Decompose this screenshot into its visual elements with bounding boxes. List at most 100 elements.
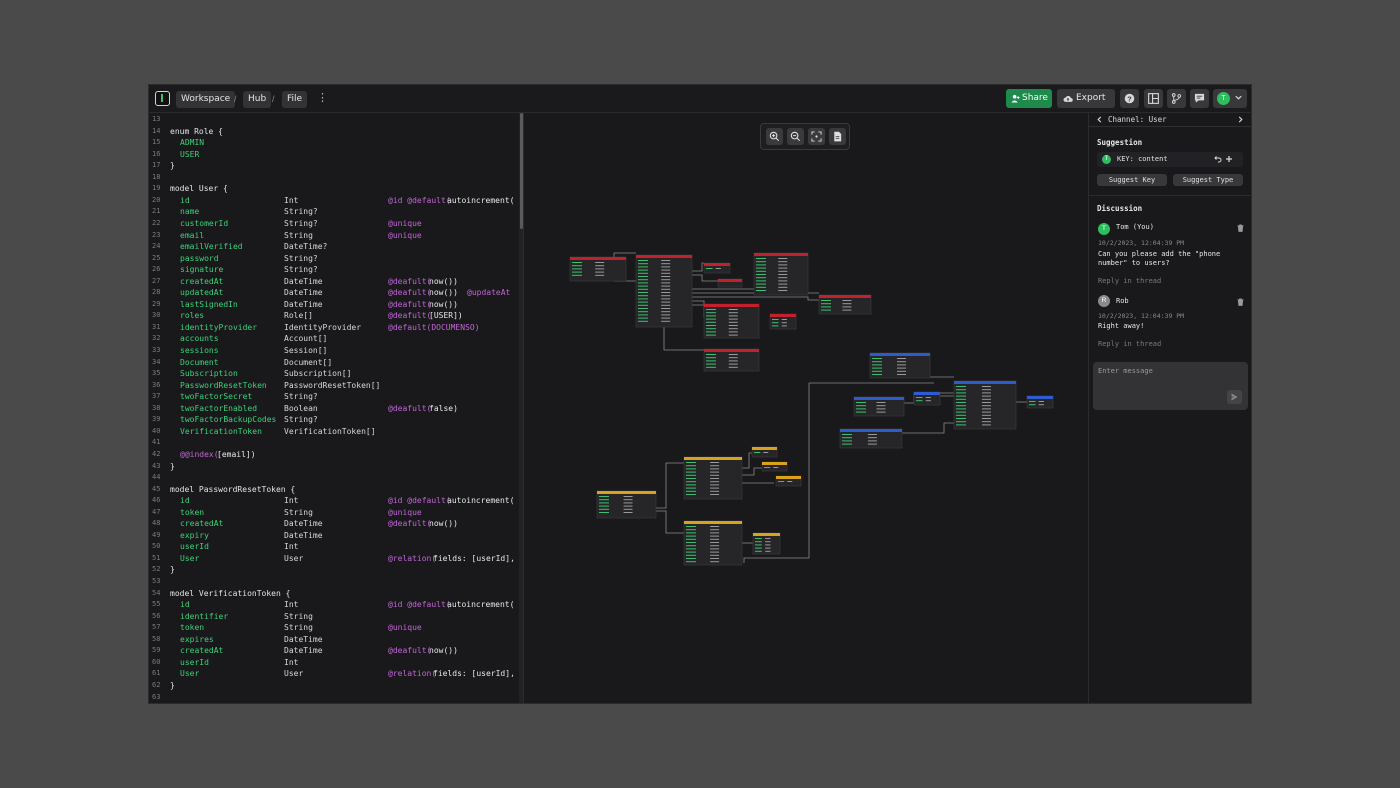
user-menu-button[interactable]: T — [1213, 89, 1247, 108]
code-line[interactable]: 23 email String @unique — [149, 230, 519, 242]
code-line[interactable]: 43} — [149, 461, 519, 473]
erd-table-node[interactable] — [869, 352, 931, 379]
breadcrumb-workspace[interactable]: Workspace — [176, 91, 236, 108]
code-line[interactable]: 56 identifier String — [149, 611, 519, 623]
code-line[interactable]: 20 id Int @id @default(autoincrement( — [149, 195, 519, 207]
erd-table-node[interactable] — [703, 303, 760, 339]
breadcrumb-hub[interactable]: Hub — [243, 91, 272, 108]
code-line[interactable]: 55 id Int @id @default(autoincrement( — [149, 599, 519, 611]
code-line[interactable]: 58 expires DateTime — [149, 634, 519, 646]
trash-icon[interactable] — [1237, 298, 1244, 306]
code-line[interactable]: 30 roles Role[] @deafult([USER]) — [149, 310, 519, 322]
code-line[interactable]: 62} — [149, 680, 519, 692]
erd-table-node[interactable] — [953, 380, 1017, 430]
send-button[interactable] — [1227, 390, 1242, 404]
code-line[interactable]: 34 Document Document[] — [149, 357, 519, 369]
erd-table-node[interactable] — [596, 490, 657, 519]
code-line[interactable]: 50 userId Int — [149, 541, 519, 553]
code-line[interactable]: 63 — [149, 692, 519, 704]
code-line[interactable]: 32 accounts Account[] — [149, 333, 519, 345]
code-line[interactable]: 17} — [149, 160, 519, 172]
erd-table-node[interactable] — [703, 262, 731, 274]
erd-table-node[interactable] — [683, 520, 743, 566]
erd-table-node[interactable] — [683, 456, 743, 500]
schema-code-editor[interactable]: 13 14 enum Role {15 ADMIN 16 USER 17} 18 19 model… — [149, 113, 523, 704]
code-line[interactable]: 52} — [149, 564, 519, 576]
erd-table-node[interactable] — [769, 313, 797, 330]
code-line[interactable]: 40 VerificationToken VerificationToken[] — [149, 426, 519, 438]
layout-button[interactable] — [1144, 89, 1163, 108]
erd-table-node[interactable] — [839, 428, 903, 449]
code-line[interactable]: 41 — [149, 437, 519, 449]
message-input[interactable]: Enter message — [1093, 362, 1248, 410]
code-line[interactable]: 46 id Int @id @default(autoincrement( — [149, 495, 519, 507]
code-line[interactable]: 60 userId Int — [149, 657, 519, 669]
code-line[interactable]: 33 sessions Session[] — [149, 345, 519, 357]
chevron-right-icon[interactable] — [1237, 116, 1244, 123]
branch-button[interactable] — [1167, 89, 1186, 108]
code-line[interactable]: 26 signature String? — [149, 264, 519, 276]
reply-in-thread-link[interactable]: Reply in thread — [1098, 277, 1161, 285]
erd-table-node[interactable] — [753, 252, 809, 296]
code-line[interactable]: 21 name String? — [149, 206, 519, 218]
code-line[interactable]: 54 model VerificationToken { — [149, 588, 519, 600]
export-button[interactable]: Export — [1057, 89, 1115, 108]
breadcrumb-file[interactable]: File — [282, 91, 308, 108]
code-line[interactable]: 51 User User @relation(fields: [userId], — [149, 553, 519, 565]
erd-table-node[interactable] — [761, 461, 788, 472]
code-line[interactable]: 36 PasswordResetToken PasswordResetToken[] — [149, 380, 519, 392]
code-line[interactable]: 28 updatedAt DateTime @deafult(now()) @updat… — [149, 287, 519, 299]
code-line[interactable]: 24 emailVerified DateTime? — [149, 241, 519, 253]
erd-table-node[interactable] — [775, 475, 802, 487]
suggest-type-button[interactable]: Suggest Type — [1173, 174, 1243, 186]
code-line[interactable]: 59 createdAt DateTime @deafult(now()) — [149, 645, 519, 657]
code-line[interactable]: 18 — [149, 172, 519, 184]
erd-table-node[interactable] — [751, 446, 778, 458]
erd-table-node[interactable] — [569, 256, 627, 282]
code-line[interactable]: 47 token String @unique — [149, 507, 519, 519]
erd-table-node[interactable] — [818, 294, 872, 315]
more-options-icon[interactable]: ⋮ — [317, 92, 328, 106]
code-line[interactable]: 57 token String @unique — [149, 622, 519, 634]
undo-icon[interactable] — [1214, 155, 1222, 163]
code-line[interactable]: 27 createdAt DateTime @deafult(now()) — [149, 276, 519, 288]
erd-diagram[interactable] — [524, 113, 1088, 704]
code-line[interactable]: 44 — [149, 472, 519, 484]
erd-canvas[interactable] — [524, 113, 1088, 704]
erd-table-node[interactable] — [913, 391, 941, 406]
erd-table-node[interactable] — [853, 396, 905, 417]
code-line[interactable]: 31 identityProvider IdentityProvider @defau… — [149, 322, 519, 334]
code-line[interactable]: 14 enum Role { — [149, 126, 519, 138]
code-line[interactable]: 38 twoFactorEnabled Boolean @deafult(false) — [149, 403, 519, 415]
code-line[interactable]: 49 expiry DateTime — [149, 530, 519, 542]
code-line[interactable]: 13 — [149, 114, 519, 126]
erd-table-node[interactable] — [703, 348, 760, 372]
code-line[interactable]: 37 twoFactorSecret String? — [149, 391, 519, 403]
code-line[interactable]: 19 model User { — [149, 183, 519, 195]
share-button[interactable]: Share — [1006, 89, 1052, 108]
code-line[interactable]: 15 ADMIN — [149, 137, 519, 149]
code-line[interactable]: 29 lastSignedIn DateTime @deafult(now()) — [149, 299, 519, 311]
code-line[interactable]: 45 model PasswordResetToken { — [149, 484, 519, 496]
suggest-key-button[interactable]: Suggest Key — [1097, 174, 1167, 186]
chevron-left-icon[interactable] — [1096, 116, 1103, 123]
trash-icon[interactable] — [1237, 224, 1244, 232]
help-button[interactable]: ? — [1120, 89, 1139, 108]
comments-button[interactable] — [1190, 89, 1209, 108]
erd-table-node[interactable] — [1026, 395, 1054, 409]
erd-table-node[interactable] — [717, 278, 743, 288]
code-line[interactable]: 64 enum SubscriptionStatus { — [149, 703, 519, 704]
code-line[interactable]: 53 — [149, 576, 519, 588]
code-line[interactable]: 22 customerId String? @unique — [149, 218, 519, 230]
code-line[interactable]: 48 createdAt DateTime @deafult(now()) — [149, 518, 519, 530]
reply-in-thread-link[interactable]: Reply in thread — [1098, 340, 1161, 348]
code-line[interactable]: 25 password String? — [149, 253, 519, 265]
code-line[interactable]: 61 User User @relation(fields: [userId], — [149, 668, 519, 680]
code-line[interactable]: 16 USER — [149, 149, 519, 161]
app-logo-icon[interactable] — [155, 91, 170, 106]
code-line[interactable]: 39 twoFactorBackupCodes String? — [149, 414, 519, 426]
code-line[interactable]: 42 @@index([email]) — [149, 449, 519, 461]
plus-icon[interactable] — [1225, 155, 1233, 163]
erd-table-node[interactable] — [752, 532, 781, 555]
code-line[interactable]: 35 Subscription Subscription[] — [149, 368, 519, 380]
